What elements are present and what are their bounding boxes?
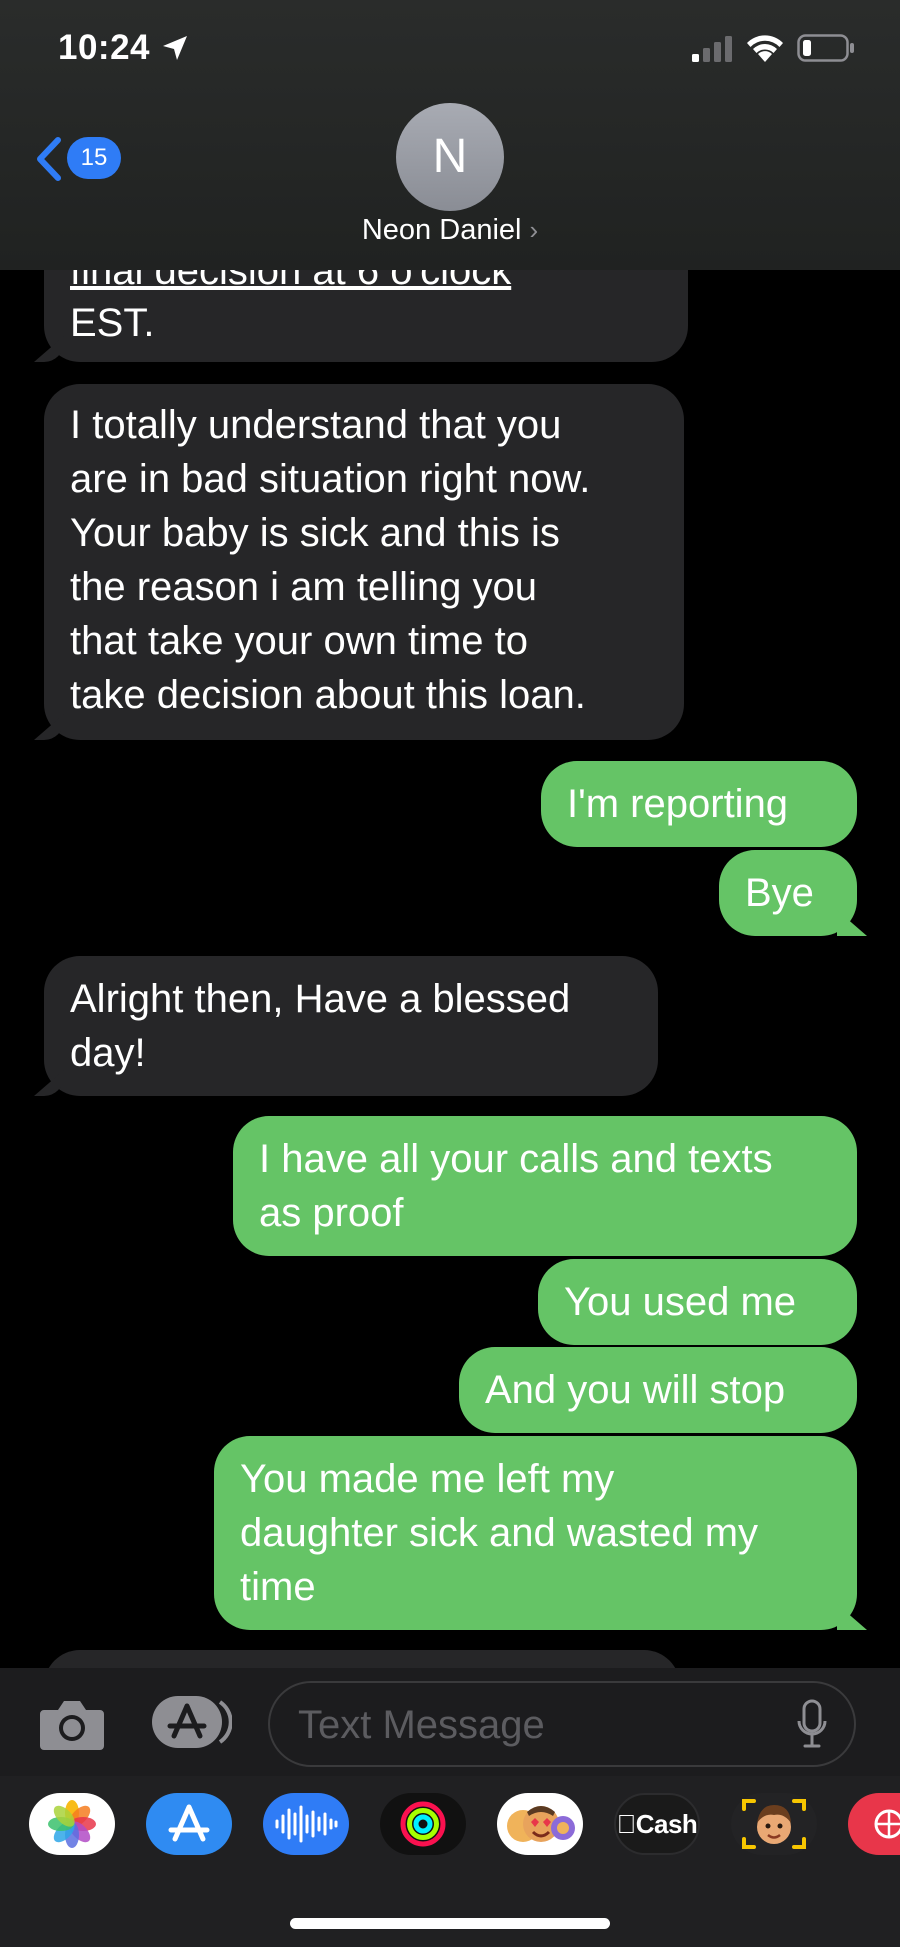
activity-button[interactable] bbox=[380, 1793, 466, 1855]
contact-name: Neon Daniel bbox=[361, 214, 522, 246]
memoji-icon bbox=[742, 1799, 806, 1849]
message-bubble-sent[interactable]: You made me left my daughter sick and wa… bbox=[214, 1436, 857, 1630]
message-bubble-sent[interactable]: And you will stop bbox=[459, 1347, 857, 1433]
memoji-button[interactable] bbox=[731, 1793, 817, 1855]
message-line: Alright then, Have a blessed bbox=[70, 977, 571, 1021]
message-line: time bbox=[240, 1565, 316, 1609]
web-icon bbox=[874, 1809, 900, 1839]
microphone-icon[interactable] bbox=[796, 1699, 828, 1749]
message-line: I'm reporting bbox=[567, 782, 789, 826]
cellular-signal-icon bbox=[692, 36, 732, 62]
message-line: EST. bbox=[70, 301, 155, 345]
message-line: that take your own time to bbox=[70, 619, 529, 663]
message-line: day! bbox=[70, 1031, 146, 1075]
apple-cash-button[interactable]: Cash bbox=[614, 1793, 700, 1855]
message-bubble-sent[interactable]: I have all your calls and texts as proof bbox=[233, 1116, 857, 1256]
message-line: daughter sick and wasted my bbox=[240, 1511, 759, 1555]
message-bubble-received[interactable]: I totally understand that you are in bad… bbox=[44, 384, 684, 740]
message-bubble-sent[interactable]: Bye bbox=[719, 850, 857, 936]
message-bubble-received[interactable]: Alright then, Have a blessed day! bbox=[44, 956, 658, 1096]
unread-count-badge: 15 bbox=[67, 137, 121, 179]
message-line: Your baby is sick and this is bbox=[70, 511, 560, 555]
chevron-left-icon bbox=[37, 137, 61, 181]
message-line: Bye bbox=[745, 871, 814, 915]
conversation-header: 10:24 15 N Neon Daniel › bbox=[0, 0, 900, 270]
audio-message-button[interactable] bbox=[263, 1793, 349, 1855]
home-indicator[interactable] bbox=[290, 1918, 610, 1929]
battery-icon bbox=[797, 34, 854, 62]
activity-icon bbox=[400, 1801, 446, 1847]
wifi-icon bbox=[747, 35, 783, 62]
memoji-stickers-icon bbox=[507, 1806, 575, 1842]
message-bubble-received[interactable] bbox=[44, 1650, 680, 1670]
app-store-icon bbox=[168, 1804, 210, 1842]
app-store-button[interactable] bbox=[146, 1793, 232, 1855]
message-line: And you will stop bbox=[485, 1368, 786, 1412]
camera-icon[interactable] bbox=[38, 1696, 106, 1752]
message-input[interactable]: Text Message bbox=[268, 1681, 856, 1767]
message-line: take decision about this loan. bbox=[70, 673, 586, 717]
message-line: You made me left my bbox=[240, 1457, 615, 1501]
message-line: You used me bbox=[564, 1280, 797, 1324]
contact-avatar[interactable]: N bbox=[396, 103, 504, 211]
message-line: I totally understand that you bbox=[70, 403, 562, 447]
status-time: 10:24 bbox=[58, 28, 151, 67]
photos-app-button[interactable] bbox=[29, 1793, 115, 1855]
memoji-stickers-button[interactable] bbox=[497, 1793, 583, 1855]
message-bubble-sent[interactable]: I'm reporting bbox=[541, 761, 857, 847]
chevron-right-icon: › bbox=[529, 215, 539, 245]
apple-cash-icon: Cash bbox=[617, 1808, 698, 1839]
message-line: I have all your calls and texts bbox=[259, 1137, 773, 1181]
audio-message-icon bbox=[275, 1805, 338, 1843]
photos-icon bbox=[48, 1800, 96, 1848]
message-bubble-sent[interactable]: You used me bbox=[538, 1259, 857, 1345]
contact-name-button[interactable]: Neon Daniel › bbox=[0, 214, 900, 247]
message-line: the reason i am telling you bbox=[70, 565, 537, 609]
app-store-apps-icon[interactable] bbox=[150, 1694, 232, 1750]
message-line: as proof bbox=[259, 1191, 404, 1235]
location-arrow-icon bbox=[163, 36, 187, 60]
back-button[interactable]: 15 bbox=[34, 134, 124, 182]
message-input-placeholder: Text Message bbox=[298, 1703, 545, 1747]
message-line: are in bad situation right now. bbox=[70, 457, 591, 501]
